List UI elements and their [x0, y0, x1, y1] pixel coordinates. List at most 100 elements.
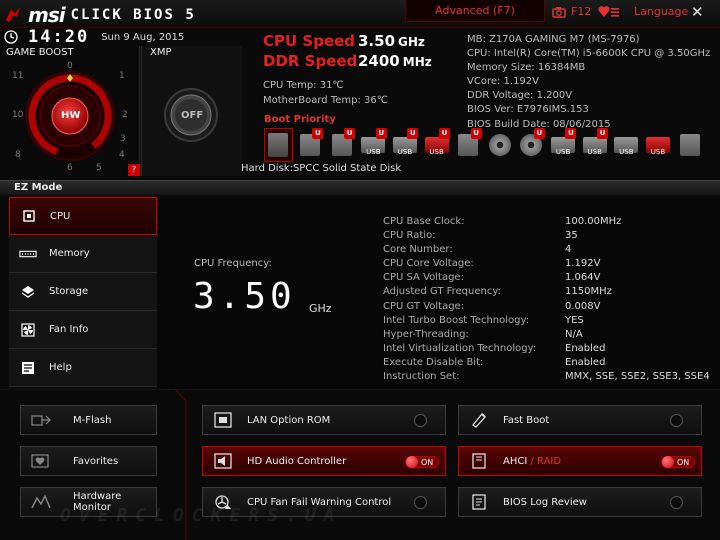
m-flash-button[interactable]: M-Flash — [20, 405, 157, 435]
spec-value: 100.00MHz — [565, 216, 622, 227]
spec-key: Intel Turbo Boost Technology: — [383, 314, 530, 326]
menu-item-cpu[interactable]: CPU — [9, 197, 157, 235]
ahci-raid-toggle[interactable]: ON — [661, 456, 695, 468]
menu-label-help: Help — [49, 362, 72, 373]
boot-device-9[interactable]: U — [517, 128, 546, 162]
uefi-badge: U — [597, 128, 609, 139]
raid-label: / RAID — [527, 455, 562, 467]
spec-key: Hyper-Threading: — [383, 328, 469, 340]
menu-label-storage: Storage — [49, 286, 89, 297]
uefi-badge: U — [565, 128, 577, 139]
usb-drive-icon: USB — [582, 137, 607, 156]
help-icon — [19, 361, 37, 375]
camera-icon — [552, 6, 566, 18]
hardware-monitor-icon — [31, 493, 51, 511]
spec-value: 0.008V — [565, 300, 601, 312]
spec-key: CPU Base Clock: — [383, 216, 465, 227]
optical-disc-icon — [488, 134, 511, 156]
audio-icon — [213, 452, 233, 470]
storage-icon — [19, 285, 37, 299]
boot-device-7[interactable]: U — [454, 128, 483, 162]
menu-label-fan-info: Fan Info — [49, 324, 89, 335]
spec-row: Adjusted GT Frequency: 1150MHz — [383, 286, 710, 300]
game-boost-knob: HW — [61, 110, 81, 121]
lan-option-rom-button[interactable]: LAN Option ROM — [202, 405, 446, 435]
dial-1: 1 — [119, 71, 125, 81]
spec-row: CPU GT Voltage: 0.008V — [383, 301, 710, 315]
spec-key: Execute Disable Bit: — [383, 356, 484, 368]
cpu-speed-label: CPU Speed — [263, 32, 356, 50]
spec-key: CPU GT Voltage: — [383, 300, 465, 312]
spec-key: Instruction Set: — [383, 371, 460, 383]
lan-option-rom-label: LAN Option ROM — [247, 414, 331, 426]
close-button[interactable]: ✕ — [691, 3, 704, 21]
menu-item-help[interactable]: Help — [9, 349, 157, 387]
spec-value: Enabled — [565, 356, 606, 368]
lan-rom-icon — [213, 411, 233, 429]
dial-5: 5 — [96, 163, 102, 173]
uefi-badge: U — [533, 128, 545, 139]
ddr-speed-row: DDR Speed 2400 MHz — [263, 52, 432, 72]
boot-device-10[interactable]: USB U — [549, 128, 578, 162]
uefi-badge: U — [407, 128, 419, 139]
top-bar: msi CLICK BIOS 5 Advanced (F7) F12 Langu… — [0, 0, 720, 28]
hard-disk-tooltip: Hard Disk:SPCC Solid State Disk — [241, 163, 402, 174]
boot-device-6[interactable]: USB U — [422, 128, 451, 162]
uefi-badge: U — [344, 128, 356, 139]
lan-option-rom-toggle[interactable] — [414, 414, 427, 427]
hd-audio-controller-button[interactable]: HD Audio Controller ON — [202, 446, 446, 476]
bios-log-review-toggle[interactable] — [670, 496, 683, 509]
boot-device-5[interactable]: USB U — [391, 128, 420, 162]
favorites-panel-button[interactable]: Favorites — [20, 446, 157, 476]
xmp-panel: XMP OFF — [141, 46, 242, 176]
xmp-label: XMP — [150, 47, 172, 58]
dial-0: 0 — [67, 61, 73, 71]
boot-device-13[interactable]: USB — [644, 128, 673, 162]
usb-drive-icon: USB — [424, 137, 449, 156]
fast-boot-label: Fast Boot — [503, 414, 550, 426]
boot-device-4[interactable]: USB U — [359, 128, 388, 162]
spec-row: Instruction Set: MMX, SSE, SSE2, SSE3, SS… — [383, 371, 710, 385]
cpu-frequency-unit: GHz — [309, 302, 332, 315]
cpu-speed-unit: GHz — [398, 35, 425, 49]
toggle-on-text: ON — [677, 457, 690, 467]
msi-logo: msi CLICK BIOS 5 — [4, 3, 196, 27]
game-boost-panel: GAME BOOST HW 0 1 2 3 4 5 6 8 10 11 ? — [0, 46, 140, 176]
boot-device-1[interactable] — [264, 128, 293, 162]
help-icon[interactable]: ? — [128, 164, 140, 176]
boot-device-14[interactable] — [675, 128, 704, 162]
bios-log-review-button[interactable]: BIOS Log Review — [458, 487, 702, 517]
spec-key: Intel Virtualization Technology: — [383, 342, 537, 354]
boot-device-2[interactable]: U — [296, 128, 325, 162]
ahci-raid-button[interactable]: AHCI / RAID ON — [458, 446, 702, 476]
cpu-fan-fail-warning-toggle[interactable] — [414, 496, 427, 509]
xmp-state: OFF — [181, 110, 204, 121]
advanced-mode-button[interactable]: Advanced (F7) — [405, 0, 545, 22]
dial-4: 4 — [119, 150, 125, 160]
hd-audio-toggle[interactable]: ON — [405, 456, 439, 468]
watermark: OVERCLOCKERS.UA — [60, 505, 343, 526]
fast-boot-button[interactable]: Fast Boot — [458, 405, 702, 435]
uefi-badge: U — [438, 128, 450, 139]
bios-version: BIOS Ver: E7976IMS.153 — [467, 104, 589, 116]
motherboard-temp: MotherBoard Temp: 36℃ — [263, 95, 388, 106]
language-button[interactable]: Language — [634, 5, 688, 18]
boot-device-11[interactable]: USB U — [580, 128, 609, 162]
menu-item-storage[interactable]: Storage — [9, 273, 157, 311]
menu-item-memory[interactable]: Memory — [9, 235, 157, 273]
cpu-temp: CPU Temp: 31℃ — [263, 80, 344, 91]
menu-item-fan-info[interactable]: Fan Info — [9, 311, 157, 349]
spec-row: CPU SA Voltage: 1.064V — [383, 272, 710, 286]
screenshot-button[interactable]: F12 — [552, 5, 591, 18]
cpu-speed-value: 3.50 — [358, 32, 396, 50]
clock-area: 14:20 Sun 9 Aug, 2015 — [0, 27, 260, 47]
boot-device-8[interactable] — [486, 128, 515, 162]
spec-row: Execute Disable Bit: Enabled — [383, 357, 710, 371]
speed-info: CPU Speed 3.50 GHz DDR Speed 2400 MHz CP… — [263, 32, 432, 110]
favorites-button[interactable] — [598, 5, 620, 19]
ez-mode-bar: EZ Mode — [0, 180, 720, 195]
fast-boot-toggle[interactable] — [670, 414, 683, 427]
boot-device-12[interactable]: USB — [612, 128, 641, 162]
spec-value: Enabled — [565, 342, 606, 354]
boot-device-3[interactable]: U — [327, 128, 356, 162]
